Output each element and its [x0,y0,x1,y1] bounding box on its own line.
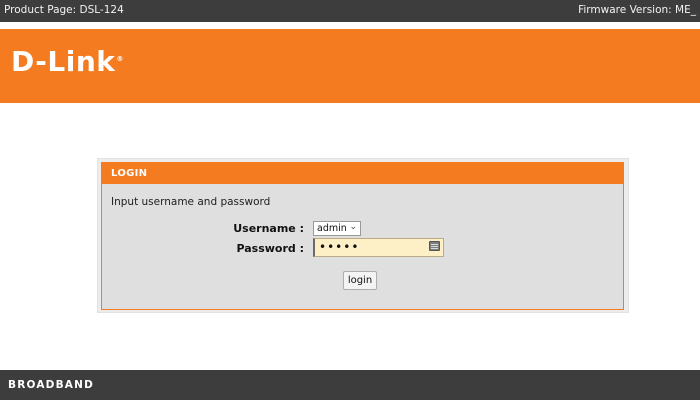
top-bar: Product Page: DSL-124 Firmware Version: … [0,0,700,22]
footer-brand: BROADBAND [8,379,95,391]
product-page-label: Product Page: DSL-124 [4,4,124,16]
header-banner: D-Link® [0,29,700,103]
login-button[interactable]: login [343,271,377,290]
password-input[interactable]: ••••• [313,238,444,257]
username-selected-value: admin [317,223,347,234]
firmware-version-label: Firmware Version: ME_ [578,4,696,16]
password-masked-value: ••••• [319,240,360,254]
login-instruction: Input username and password [111,196,271,208]
chevron-down-icon: ⌄ [349,222,357,232]
login-panel-header: LOGIN [102,163,623,184]
username-select[interactable]: admin ⌄ [313,221,361,236]
footer-bar: BROADBAND [0,370,700,400]
logo-text: D-Link [11,45,116,78]
keyboard-icon [429,241,440,251]
username-label: Username : [233,222,304,235]
password-label: Password : [236,242,304,255]
dlink-logo: D-Link® [11,45,124,78]
login-panel: LOGIN Input username and password Userna… [101,162,624,310]
logo-registered-mark: ® [116,54,124,63]
